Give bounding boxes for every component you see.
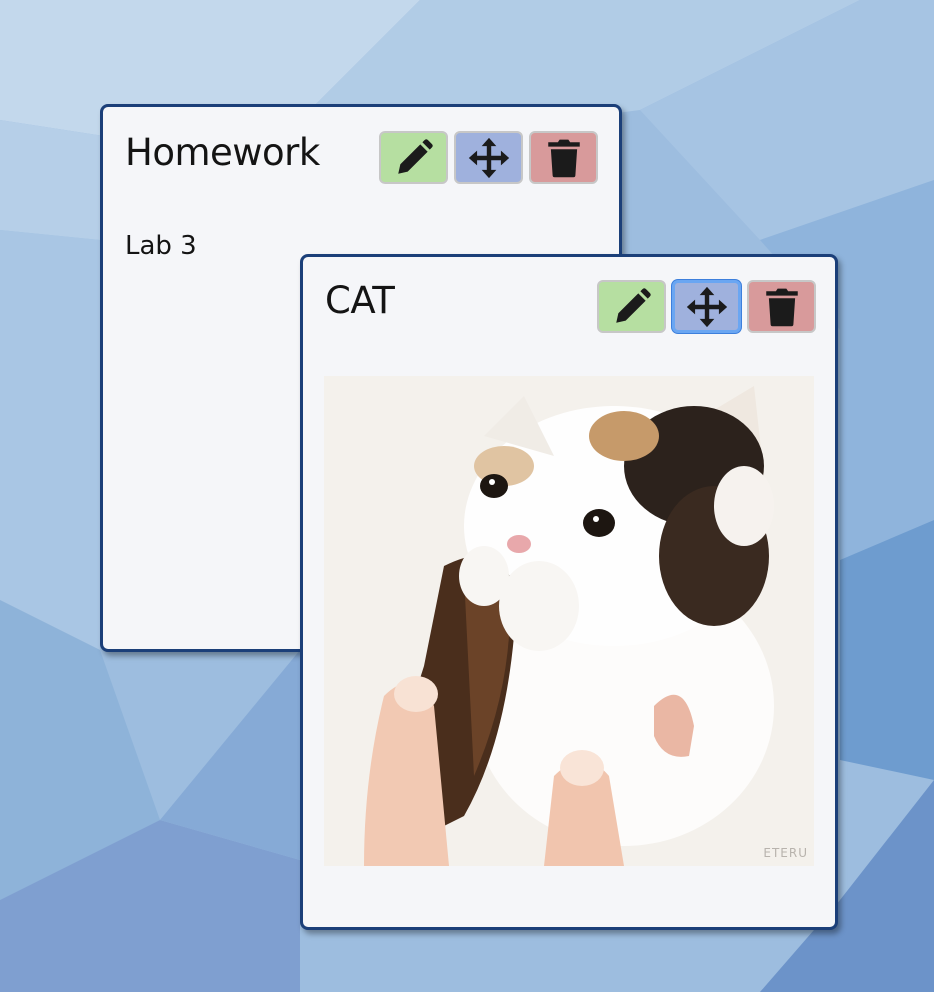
edit-button[interactable]: [597, 280, 666, 333]
pencil-icon: [615, 287, 651, 323]
move-button[interactable]: [454, 131, 523, 184]
delete-button[interactable]: [529, 131, 598, 184]
note-body-text: Lab 3: [125, 231, 197, 261]
delete-button[interactable]: [747, 280, 816, 333]
edit-button[interactable]: [379, 131, 448, 184]
kitten-photo: ETERU: [324, 376, 814, 866]
image-watermark: ETERU: [763, 846, 808, 860]
trash-icon: [547, 139, 580, 177]
move-arrows-icon: [468, 137, 509, 178]
pencil-icon: [397, 138, 433, 174]
move-arrows-icon: [686, 286, 727, 327]
note-title: CAT: [325, 279, 395, 322]
note-card-cat: CAT ETERU: [300, 254, 838, 930]
trash-icon: [765, 288, 798, 326]
note-title: Homework: [125, 131, 320, 174]
move-button[interactable]: [672, 280, 741, 333]
note-toolbar: [379, 131, 598, 184]
note-toolbar: [597, 280, 816, 333]
